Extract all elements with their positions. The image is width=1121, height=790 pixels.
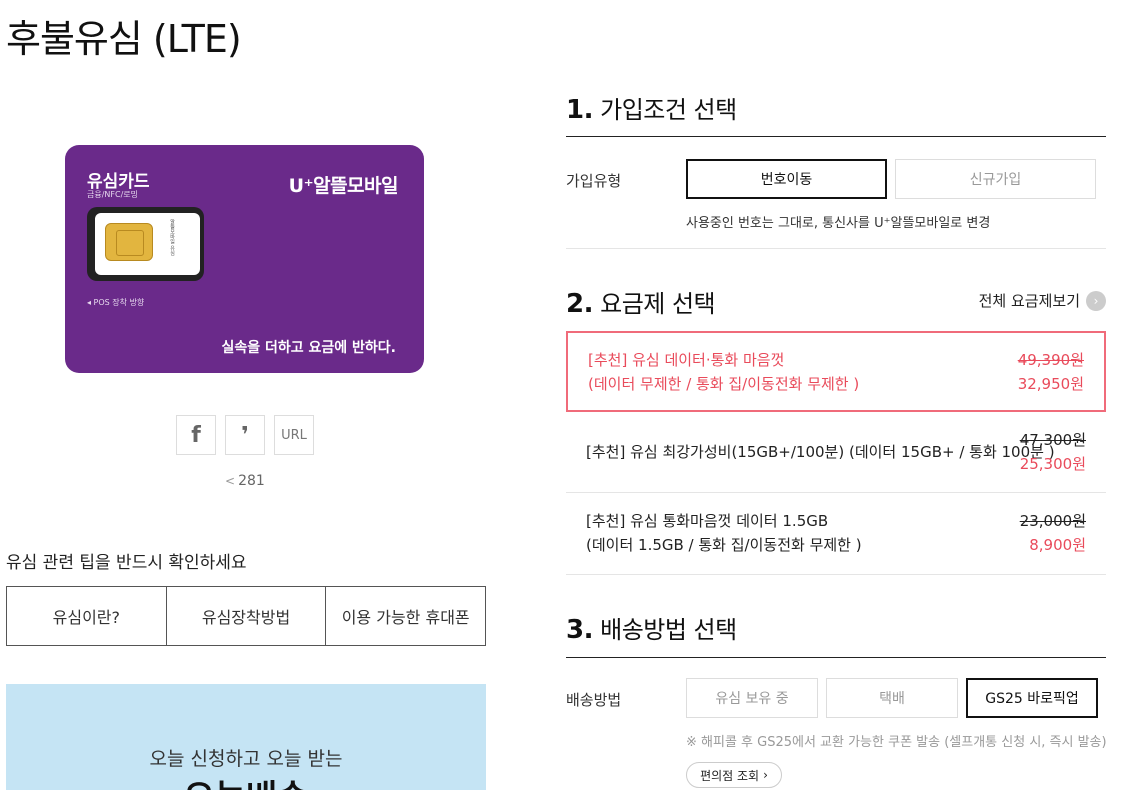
sim-card-image: 유심카드 금융/NFC/로밍 U⁺알뜰모바일 알뜰모바일 유심 ◂ POS 장착… (65, 145, 424, 373)
section3-title: 3. 배송방법 선택 (566, 610, 737, 645)
kakao-icon: ❜ (241, 422, 249, 448)
same-day-delivery-banner[interactable]: 오늘 신청하고 오늘 받는 오늘배송 (6, 684, 486, 790)
share-icon: < (225, 474, 236, 488)
kakao-share-button[interactable]: ❜ (225, 415, 265, 455)
section1-number: 1. (566, 95, 593, 125)
join-type-label: 가입유형 (566, 172, 622, 190)
section1-bottom-divider (566, 248, 1106, 249)
store-search-button[interactable]: 편의점 조회 › (686, 762, 782, 788)
facebook-icon: f (191, 422, 201, 448)
join-number-port-button[interactable]: 번호이동 (686, 159, 887, 199)
delivery-have-usim-button[interactable]: 유심 보유 중 (686, 678, 818, 718)
section1-label: 가입조건 선택 (600, 96, 737, 124)
chevron-right-icon: › (763, 768, 768, 782)
section2-number: 2. (566, 289, 593, 319)
plan-option[interactable]: [추천] 유심 최강가성비(15GB+/100분) (데이터 15GB+ / 통… (566, 416, 1106, 492)
join-type-description: 사용중인 번호는 그대로, 통신사를 U⁺알뜰모바일로 변경 (686, 216, 991, 231)
plan-new-price: 25,300원 (1019, 455, 1086, 473)
plan-name-line2: (데이터 1.5GB / 통화 집/이동전화 무제한 ) (586, 536, 862, 554)
plan-option[interactable]: [추천] 유심 데이터·통화 마음껏 (데이터 무제한 / 통화 집/이동전화 … (566, 331, 1106, 412)
join-new-button[interactable]: 신규가입 (895, 159, 1096, 199)
url-label: URL (281, 427, 307, 443)
section1-title: 1. 가입조건 선택 (566, 90, 737, 125)
plan-old-price: 49,390원 (1017, 351, 1084, 369)
brand-logo: U⁺알뜰모바일 (288, 175, 399, 197)
url-copy-button[interactable]: URL (274, 415, 314, 455)
plan-old-price: 47,300원 (1019, 431, 1086, 449)
section3-number: 3. (566, 615, 593, 645)
pos-direction-label: ◂ POS 장착 방향 (87, 298, 145, 307)
delivery-courier-button[interactable]: 택배 (826, 678, 958, 718)
section2-label: 요금제 선택 (600, 290, 716, 318)
plan-name-line1: [추천] 유심 데이터·통화 마음껏 (588, 351, 785, 369)
store-search-label: 편의점 조회 (700, 768, 760, 783)
tip-compatible-phones[interactable]: 이용 가능한 휴대폰 (326, 587, 485, 645)
facebook-share-button[interactable]: f (176, 415, 216, 455)
plan-old-price: 23,000원 (1019, 512, 1086, 530)
share-count: < 281 (225, 473, 265, 489)
section2-title: 2. 요금제 선택 (566, 284, 716, 319)
plan-new-price: 8,900원 (1029, 536, 1086, 554)
view-all-plans-link[interactable]: 전체 요금제보기 › (979, 290, 1106, 311)
section3-label: 배송방법 선택 (600, 616, 737, 644)
sim-card-slogan: 실속을 더하고 요금에 반하다. (221, 340, 397, 356)
delivery-method-label: 배송방법 (566, 691, 622, 709)
plan-new-price: 32,950원 (1017, 375, 1084, 393)
view-all-plans-label: 전체 요금제보기 (978, 292, 1080, 310)
plan-divider (566, 574, 1106, 575)
tip-usim-install[interactable]: 유심장착방법 (167, 587, 327, 645)
sim-chip-text: 알뜰모바일 유심 (169, 219, 175, 256)
plan-option[interactable]: [추천] 유심 통화마음껏 데이터 1.5GB (데이터 1.5GB / 통화 … (566, 493, 1106, 574)
delivery-gs25-button[interactable]: GS25 바로픽업 (966, 678, 1098, 718)
tips-tabs: 유심이란? 유심장착방법 이용 가능한 휴대폰 (6, 586, 486, 646)
tip-what-is-usim[interactable]: 유심이란? (7, 587, 167, 645)
banner-line1: 오늘 신청하고 오늘 받는 (149, 748, 343, 770)
section3-divider (566, 657, 1106, 658)
section1-divider (566, 136, 1106, 137)
plan-name-line1: [추천] 유심 통화마음껏 데이터 1.5GB (586, 512, 829, 530)
chevron-right-icon: › (1086, 290, 1106, 311)
plan-name-line1: [추천] 유심 최강가성비(15GB+/100분) (데이터 15GB+ / 통… (586, 443, 1055, 461)
banner-line2: 오늘배송 (6, 770, 486, 790)
tips-title: 유심 관련 팁을 반드시 확인하세요 (6, 553, 247, 573)
sim-card-subtitle: 금융/NFC/로밍 (87, 190, 139, 199)
plan-name-line2: (데이터 무제한 / 통화 집/이동전화 무제한 ) (588, 375, 860, 393)
delivery-note: ※ 해피콜 후 GS25에서 교환 가능한 쿠폰 발송 (셀프개통 신청 시, … (686, 735, 1107, 750)
sim-chip-icon (105, 223, 153, 261)
page-title: 후불유심 (LTE) (6, 17, 242, 61)
share-count-value: 281 (238, 473, 265, 489)
